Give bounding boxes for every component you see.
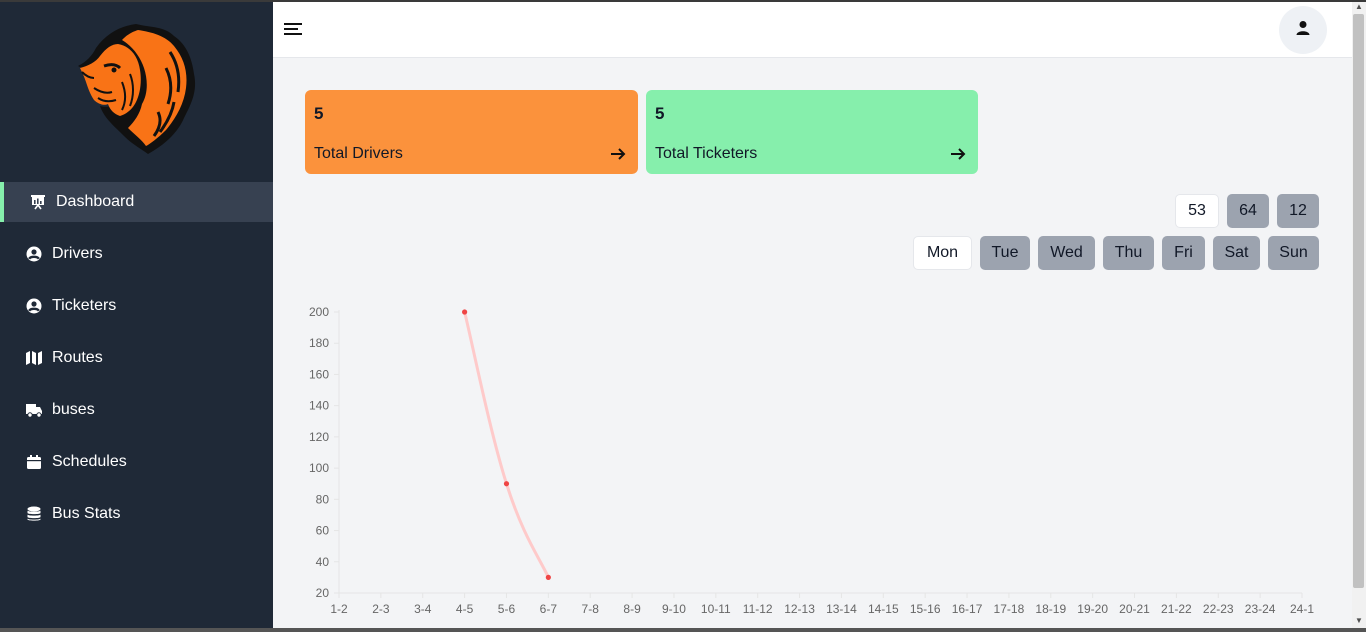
- x-tick-label: 20-21: [1119, 602, 1150, 616]
- scrollbar-thumb[interactable]: [1353, 14, 1364, 588]
- bus-filter-12-button[interactable]: 12: [1277, 194, 1319, 228]
- y-tick-label: 160: [309, 367, 329, 381]
- sidebar-item-dashboard[interactable]: Dashboard: [0, 182, 273, 222]
- x-tick-label: 4-5: [456, 602, 474, 616]
- sidebar-item-bus-stats[interactable]: Bus Stats: [0, 494, 273, 534]
- card-title: Total Drivers: [314, 145, 403, 162]
- day-thu-button[interactable]: Thu: [1103, 236, 1154, 270]
- bus-filter-64-button[interactable]: 64: [1227, 194, 1269, 228]
- x-tick-label: 23-24: [1245, 602, 1276, 616]
- x-tick-label: 22-23: [1203, 602, 1234, 616]
- y-tick-label: 120: [309, 430, 329, 444]
- y-tick-label: 180: [309, 336, 329, 350]
- x-tick-label: 5-6: [498, 602, 516, 616]
- sidebar-item-label: Dashboard: [56, 193, 135, 210]
- user-circle-icon: [25, 245, 43, 263]
- hamburger-menu-icon[interactable]: [283, 18, 305, 40]
- calendar-icon: [25, 453, 43, 471]
- x-tick-label: 11-12: [743, 602, 773, 616]
- card-value: 5: [655, 104, 665, 123]
- scroll-down-arrow-icon[interactable]: ▼: [1354, 616, 1364, 626]
- bus-filter-53-button[interactable]: 53: [1175, 194, 1219, 228]
- bottom-edge: [0, 628, 1366, 632]
- x-tick-label: 17-18: [994, 602, 1025, 616]
- user-menu-button[interactable]: [1279, 6, 1327, 54]
- x-tick-label: 14-15: [868, 602, 899, 616]
- y-tick-label: 60: [316, 524, 330, 538]
- map-icon: [25, 349, 43, 367]
- x-tick-label: 10-11: [701, 602, 731, 616]
- y-tick-label: 80: [316, 492, 330, 506]
- x-tick-label: 19-20: [1077, 602, 1108, 616]
- sidebar-item-buses[interactable]: buses: [0, 390, 273, 430]
- sidebar-item-label: Ticketers: [52, 297, 117, 314]
- top-header: [273, 2, 1352, 58]
- card-value: 5: [314, 104, 324, 123]
- y-tick-label: 20: [316, 586, 330, 600]
- y-tick-label: 100: [309, 461, 329, 475]
- hourly-passenger-line-chart: 20 40 60 80 100 120 140 160 180 200 1-2 2-3 3-4 4-5 5-…: [309, 305, 1314, 616]
- x-tick-label: 18-19: [1035, 602, 1066, 616]
- sidebar: Dashboard Drivers Ticketers Routes buses…: [0, 0, 273, 632]
- x-tick-label: 24-1: [1290, 602, 1314, 616]
- user-circle-icon: [25, 297, 43, 315]
- top-border: [0, 0, 1366, 2]
- series-line: [463, 311, 550, 579]
- sidebar-item-label: Schedules: [52, 453, 127, 470]
- sidebar-item-schedules[interactable]: Schedules: [0, 442, 273, 482]
- x-tick-label: 2-3: [372, 602, 390, 616]
- x-tick-label: 3-4: [414, 602, 432, 616]
- data-point: [462, 309, 468, 315]
- truck-icon: [25, 401, 43, 419]
- day-wed-button[interactable]: Wed: [1038, 236, 1095, 270]
- sidebar-item-label: Routes: [52, 349, 103, 366]
- total-drivers-card[interactable]: 5 Total Drivers: [305, 90, 638, 174]
- sidebar-item-label: buses: [52, 401, 95, 418]
- data-point: [503, 481, 510, 487]
- sidebar-item-drivers[interactable]: Drivers: [0, 234, 273, 274]
- y-tick-label: 140: [309, 399, 329, 413]
- total-ticketers-card[interactable]: 5 Total Ticketers: [646, 90, 978, 174]
- x-tick-label: 21-22: [1161, 602, 1192, 616]
- user-icon: [1296, 20, 1310, 41]
- day-tue-button[interactable]: Tue: [980, 236, 1030, 270]
- x-tick-label: 16-17: [952, 602, 983, 616]
- x-tick-label: 15-16: [910, 602, 941, 616]
- presentation-chart-icon: [29, 193, 47, 211]
- day-sat-button[interactable]: Sat: [1213, 236, 1260, 270]
- x-tick-label: 7-8: [582, 602, 600, 616]
- x-tick-label: 13-14: [826, 602, 857, 616]
- card-title: Total Ticketers: [655, 145, 758, 162]
- scroll-up-arrow-icon[interactable]: ▲: [1354, 2, 1364, 12]
- y-tick-label: 40: [316, 555, 330, 569]
- y-tick-label: 200: [309, 305, 329, 319]
- arrow-right-icon[interactable]: [949, 145, 967, 163]
- database-icon: [25, 505, 43, 523]
- sidebar-item-ticketers[interactable]: Ticketers: [0, 286, 273, 326]
- data-point: [545, 574, 551, 580]
- lion-logo-icon: [74, 22, 198, 156]
- x-tick-label: 12-13: [784, 602, 815, 616]
- sidebar-item-routes[interactable]: Routes: [0, 338, 273, 378]
- sidebar-item-label: Bus Stats: [52, 505, 121, 522]
- day-mon-button[interactable]: Mon: [913, 236, 972, 270]
- x-tick-label: 6-7: [540, 602, 558, 616]
- x-tick-label: 1-2: [330, 602, 348, 616]
- arrow-right-icon[interactable]: [609, 145, 627, 163]
- day-fri-button[interactable]: Fri: [1162, 236, 1205, 270]
- day-sun-button[interactable]: Sun: [1268, 236, 1319, 270]
- sidebar-item-label: Drivers: [52, 245, 103, 262]
- x-tick-label: 9-10: [662, 602, 686, 616]
- x-tick-label: 8-9: [623, 602, 641, 616]
